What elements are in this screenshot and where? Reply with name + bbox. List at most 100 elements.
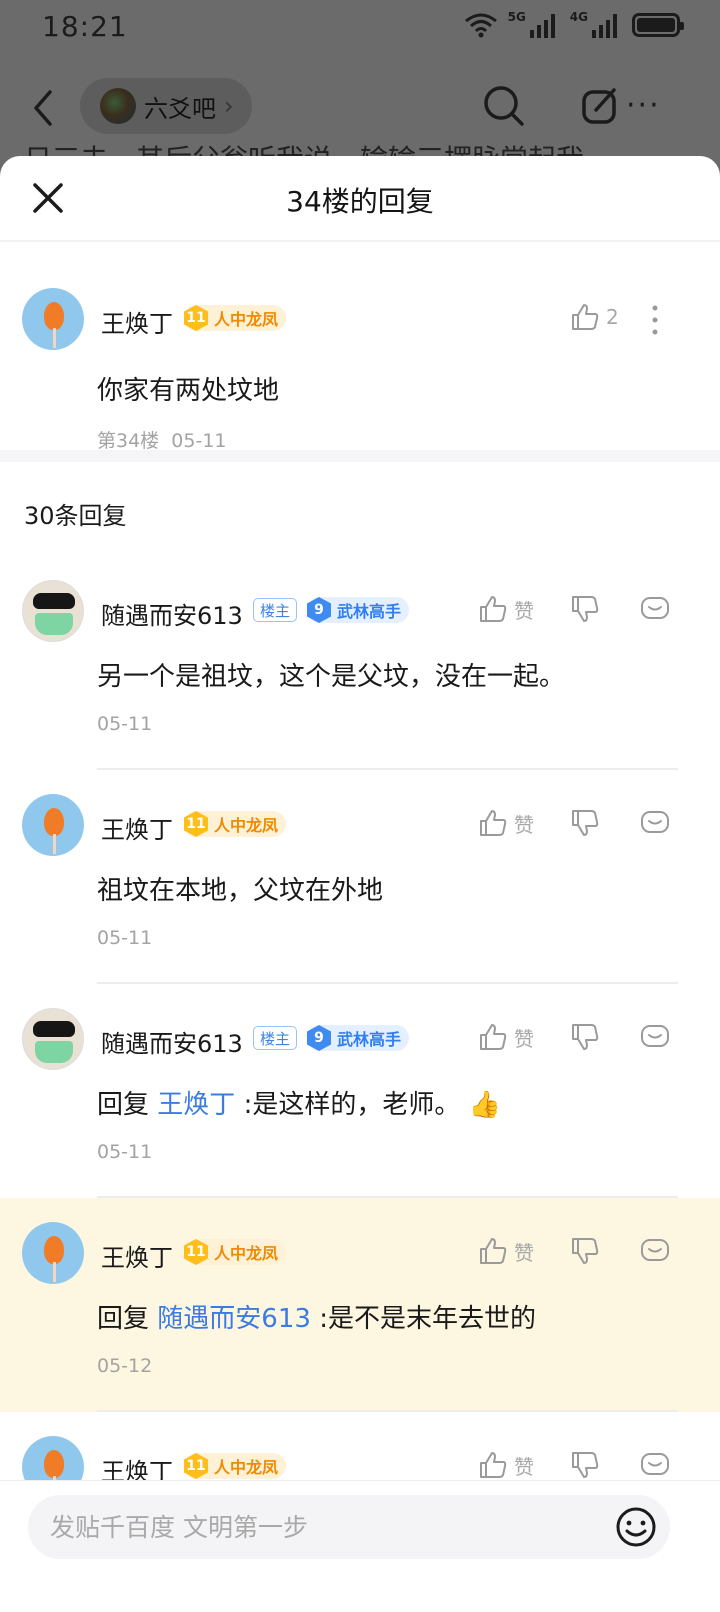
avatar[interactable] [22,794,84,856]
reply-item[interactable]: 王焕丁 11 人中龙凤 赞祖坟在本地，父坟在外地 05-11 [0,770,720,984]
reply-item[interactable]: 随遇而安613 楼主 9 武林高手 赞回复 王焕丁 :是这样的，老师。 👍 05-11 [0,984,720,1198]
comment-text: 你家有两处坟地 [97,376,280,406]
reply-body: :是这样的，老师。 👍 [243,1090,501,1120]
sheet-header: 34楼的回复 [0,156,720,242]
battery-icon [632,13,684,37]
reply-body: 另一个是祖坟，这个是父坟，没在一起。 [97,662,566,692]
status-time: 18:21 [42,10,128,43]
like-button[interactable]: 赞 [478,1022,534,1052]
username[interactable]: 随遇而安613 [101,596,243,631]
comment-icon [641,597,669,619]
emoji-icon[interactable] [614,1505,658,1549]
dislike-button[interactable] [570,808,600,838]
dislike-button[interactable] [570,594,600,624]
op-badge: 楼主 [253,1026,298,1050]
username[interactable]: 随遇而安613 [101,1024,243,1059]
status-icons: 5G 4G [464,10,684,38]
top-nav: 六爻吧 › ··· [0,70,720,146]
forum-name: 六爻吧 [144,94,216,123]
level-badge: 9 武林高手 [307,597,410,623]
reply-body: :是不是末年去世的 [319,1304,536,1334]
thumbs-up-icon [572,304,599,330]
thumbs-down-icon [572,810,599,836]
signal-icon [592,14,617,38]
thumbs-down-icon [572,596,599,622]
dislike-button[interactable] [570,1450,600,1480]
avatar[interactable] [22,288,84,350]
reply-button[interactable] [640,1450,670,1480]
comment-text: 祖坟在本地，父坟在外地 [97,870,383,907]
thumbs-up-icon [480,810,507,836]
reply-button[interactable] [640,1022,670,1052]
network-4g-label: 4G [569,10,588,24]
network-5g-label: 5G [507,10,526,24]
more-icon[interactable]: ··· [626,88,661,123]
back-icon[interactable] [28,88,58,128]
signal-icon [529,14,555,38]
wifi-icon [464,13,497,38]
avatar[interactable] [22,1222,84,1284]
thumbs-up-icon [480,1238,507,1264]
thumbs-up-icon [480,1452,507,1478]
thumbs-down-icon [572,1452,599,1478]
thumbs-down-icon [572,1238,599,1264]
reply-input-bar [0,1480,720,1612]
comment-date: 05-11 [97,1141,153,1163]
level-badge: 11 人中龙凤 [184,305,287,331]
reply-input[interactable] [28,1495,588,1559]
op-badge: 楼主 [253,598,298,622]
main-comment: 王焕丁 11 人中龙凤 2 你家有两处坟地 第34楼 05-11 [0,242,720,462]
username[interactable]: 王焕丁 [101,810,173,845]
avatar[interactable] [22,1008,84,1070]
level-badge: 11 人中龙凤 [184,1453,287,1479]
reply-item[interactable]: 随遇而安613 楼主 9 武林高手 赞另一个是祖坟，这个是父坟，没在一起。 05-11 [0,556,720,770]
reply-prefix: 回复 [97,1304,150,1334]
like-label: 赞 [514,1240,534,1265]
thumbs-down-icon [572,1024,599,1050]
like-label: 赞 [514,1454,534,1479]
comment-date: 05-11 [97,927,153,949]
dislike-button[interactable] [570,1236,600,1266]
reply-sheet: 34楼的回复 王焕丁 11 人中龙凤 2 你家有两处坟地 第34楼 05-11 3… [0,156,720,1612]
comment-date: 05-12 [97,1355,153,1377]
like-button[interactable]: 赞 [478,594,534,624]
reply-to-user-link[interactable]: 王焕丁 [157,1090,235,1120]
sheet-title: 34楼的回复 [286,185,434,218]
username[interactable]: 王焕丁 [101,304,173,339]
reply-button[interactable] [640,808,670,838]
replies-count: 30条回复 [24,502,127,530]
like-button[interactable]: 2 [570,302,619,332]
comment-icon [641,1453,669,1475]
reply-body: 祖坟在本地，父坟在外地 [97,876,384,906]
comment-text: 回复 随遇而安613 :是不是末年去世的 [97,1298,536,1335]
comment-text: 回复 王焕丁 :是这样的，老师。 👍 [97,1084,501,1121]
thumbs-up-icon [480,596,507,622]
like-label: 赞 [514,812,534,837]
username[interactable]: 王焕丁 [101,1238,173,1273]
comment-date: 05-11 [97,713,153,735]
reply-item[interactable]: 王焕丁 11 人中龙凤 赞回复 随遇而安613 :是不是末年去世的 05-12 [0,1198,720,1412]
comment-text: 另一个是祖坟，这个是父坟，没在一起。 [97,656,565,693]
like-label: 赞 [514,1026,534,1051]
dislike-button[interactable] [570,1022,600,1052]
forum-avatar [100,88,136,124]
thumbs-up-icon [480,1024,507,1050]
edit-icon[interactable] [580,86,620,126]
reply-button[interactable] [640,594,670,624]
avatar[interactable] [22,580,84,642]
like-count: 2 [606,305,619,329]
comment-icon [641,811,669,833]
like-button[interactable]: 赞 [478,1236,534,1266]
reply-prefix: 回复 [97,1090,150,1120]
more-vertical-icon[interactable] [642,302,668,338]
reply-to-user-link[interactable]: 随遇而安613 [157,1304,311,1334]
reply-input-box[interactable] [28,1495,670,1559]
level-badge: 9 武林高手 [307,1025,410,1051]
reply-button[interactable] [640,1236,670,1266]
like-button[interactable]: 赞 [478,808,534,838]
like-label: 赞 [514,598,534,623]
status-bar: 18:21 5G 4G [0,0,720,56]
forum-link[interactable]: 六爻吧 › [80,78,252,134]
like-button[interactable]: 赞 [478,1450,534,1480]
search-icon[interactable] [482,84,526,128]
